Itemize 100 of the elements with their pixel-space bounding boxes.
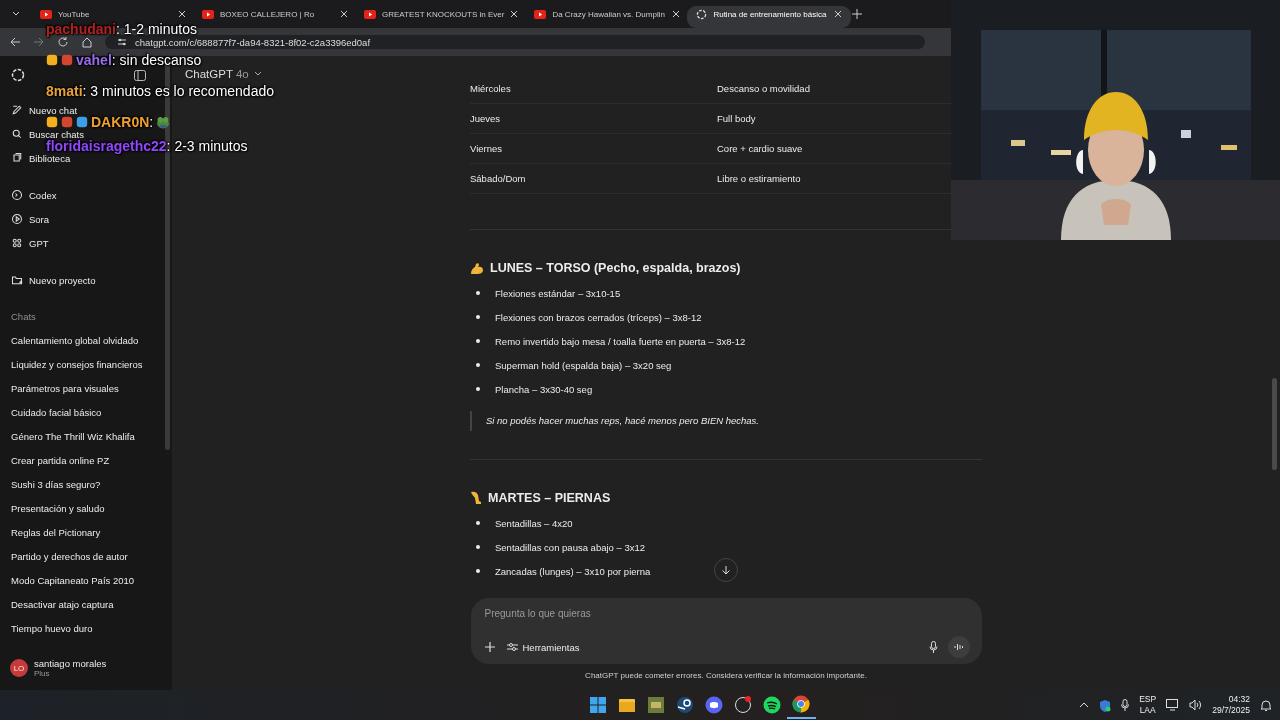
language-indicator[interactable]: ESP LAA — [1139, 694, 1157, 716]
browser-tab[interactable]: GREATEST KNOCKOUTS in Ever — [358, 6, 525, 22]
chat-history-item[interactable]: Desactivar atajo captura — [6, 593, 166, 617]
chat-username: vahel — [76, 54, 112, 66]
list-item: Superman hold (espalda baja) – 3x20 seg — [495, 359, 672, 371]
blockquote: Si no podés hacer muchas reps, hacé menos pero BIEN hechas. — [470, 411, 982, 431]
badge-icon — [46, 116, 58, 128]
browser-tab[interactable]: Da Crazy Hawaiian vs. Dumplin — [528, 6, 687, 22]
chat-history-item[interactable]: Género The Thrill Wiz Khalifa — [6, 425, 166, 449]
microphone-icon[interactable] — [1121, 699, 1130, 711]
chat-history-item[interactable]: Partido y derechos de autor — [6, 545, 166, 569]
table-cell-text: Miércoles — [470, 83, 512, 94]
close-icon[interactable] — [834, 10, 843, 18]
sidebar-item[interactable]: Sora — [6, 213, 50, 225]
table-cell-text: Jueves — [470, 113, 502, 124]
chat-history-item[interactable]: Sushi 3 días seguro? — [6, 473, 166, 497]
disclaimer: ChatGPT puede cometer errores. Considera verificar la información importante. — [585, 671, 867, 680]
plus-icon[interactable] — [852, 9, 863, 19]
chat-history-item[interactable]: Cuidado facial básico — [6, 401, 166, 425]
chat-history-item[interactable]: Modo Capitaneato País 2010 — [6, 569, 166, 593]
chat-history-item[interactable]: Crear partida online PZ — [6, 449, 166, 473]
table-cell-text: Viernes — [470, 143, 504, 154]
scrollbar-thumb[interactable] — [1272, 378, 1277, 470]
shield-icon[interactable] — [1099, 698, 1112, 712]
home-icon[interactable] — [81, 36, 93, 48]
chat-message: : — [149, 116, 154, 128]
clock[interactable]: 04:32 29/7/2025 — [1212, 694, 1250, 716]
chat-history-item[interactable]: Reglas del Pictionary — [6, 521, 166, 545]
close-icon[interactable] — [510, 10, 519, 18]
browser-tab[interactable]: BOXEO CALLEJERO | Ro — [196, 6, 354, 22]
list-item: Sentadillas – 4x20 — [495, 517, 573, 529]
close-icon[interactable] — [340, 10, 348, 18]
list-item: Flexiones estándar – 3x10-15 — [495, 287, 621, 299]
list-item: Sentadillas con pausa abajo – 3x12 — [495, 541, 645, 553]
play-icon — [202, 9, 214, 19]
chevron-up-icon[interactable] — [1079, 702, 1090, 708]
sliders-icon — [117, 37, 127, 47]
back-icon[interactable] — [9, 36, 21, 48]
browser-tab[interactable]: YouTube — [34, 6, 192, 22]
section-heading: MARTES – PIERNAS — [488, 491, 611, 505]
list-item: Plancha – 3x30-40 seg — [495, 383, 593, 395]
chat-message: : 1-2 minutos — [116, 23, 197, 35]
flexed-arm-icon — [470, 261, 484, 275]
table-cell-text: Sábado/Dom — [470, 173, 527, 184]
chat-message: : 2-3 minutos — [166, 140, 248, 152]
sidebar-item[interactable]: Biblioteca — [6, 152, 71, 164]
chat-message: : sin descanso — [111, 54, 202, 66]
reload-icon[interactable] — [57, 36, 69, 48]
model-selector[interactable]: ChatGPT 4o — [185, 68, 249, 80]
scroll-down-button[interactable] — [714, 558, 738, 582]
sliders-icon — [506, 642, 518, 652]
user-name: santiago morales — [34, 658, 107, 669]
bell-icon[interactable] — [1260, 698, 1272, 712]
sidebar-item[interactable]: Nuevo proyecto — [6, 274, 96, 286]
play-icon — [11, 213, 23, 225]
table-cell-text: Libre o estiramiento — [717, 173, 802, 184]
address-field[interactable]: chatgpt.com/c/688877f7-da94-8321-8f02-c2a3396ed0af — [105, 35, 925, 49]
play-icon — [364, 9, 376, 19]
chat-history-item[interactable]: Tiempo huevo duro — [6, 617, 166, 641]
plan-label: Plus — [34, 669, 51, 678]
plus-icon[interactable] — [484, 642, 495, 652]
chat-history-item[interactable]: Parámetros para visuales — [6, 377, 166, 401]
chat-username: floridaisragethc22 — [46, 140, 167, 152]
badge-icon — [46, 54, 58, 66]
chat-history-item[interactable]: Calentamiento global olvidado — [6, 329, 166, 353]
sidebar-toggle-icon[interactable] — [134, 69, 146, 81]
sidebar-item[interactable]: Codex — [6, 189, 57, 201]
close-icon[interactable] — [672, 10, 681, 18]
chat-history-item[interactable]: Liquidez y consejos financieros — [6, 353, 166, 377]
chevron-down-icon[interactable] — [253, 71, 262, 77]
table-cell-text: Descanso o movilidad — [717, 83, 811, 94]
section-label: Chats — [10, 310, 37, 324]
user-profile[interactable]: LO santiago morales Plus — [6, 654, 166, 682]
message-composer[interactable]: Pregunta lo que quieras Herramientas — [470, 598, 982, 664]
play-icon — [534, 9, 547, 19]
section-heading: LUNES – TORSO (Pecho, espalda, brazos) — [490, 261, 741, 275]
list-item: Flexiones con brazos cerrados (tríceps) – 3x8-12 — [495, 311, 702, 323]
books-icon — [11, 152, 23, 164]
voice-button[interactable] — [947, 636, 970, 658]
chat-username: pachudani — [46, 23, 116, 35]
microphone-icon[interactable] — [928, 641, 938, 653]
sidebar-item[interactable]: GPT — [6, 237, 49, 249]
search-icon — [11, 128, 23, 140]
sidebar-item[interactable]: Nuevo chat — [6, 104, 78, 116]
badge-icon — [61, 116, 73, 128]
forward-icon[interactable] — [33, 36, 45, 48]
list-item: Remo invertido bajo mesa / toalla fuerte en puerta – 3x8-12 — [495, 335, 746, 347]
tools-button[interactable]: Herramientas — [504, 639, 582, 655]
chat-username: 8mati — [46, 85, 83, 97]
sidebar-item[interactable]: Buscar chats — [6, 128, 84, 140]
arrow-down-icon — [721, 565, 731, 575]
waveform-icon — [953, 643, 964, 651]
chat-message: : 3 minutos es lo recomendado — [82, 85, 275, 97]
folder-icon — [11, 274, 23, 286]
message-field[interactable]: Pregunta lo que quieras — [484, 606, 785, 621]
badge-icon — [76, 116, 88, 128]
speaker-icon[interactable] — [1189, 699, 1203, 711]
monitor-icon[interactable] — [1166, 699, 1180, 711]
chat-history-item[interactable]: Presentación y saludo — [6, 497, 166, 521]
close-icon[interactable] — [178, 10, 186, 18]
